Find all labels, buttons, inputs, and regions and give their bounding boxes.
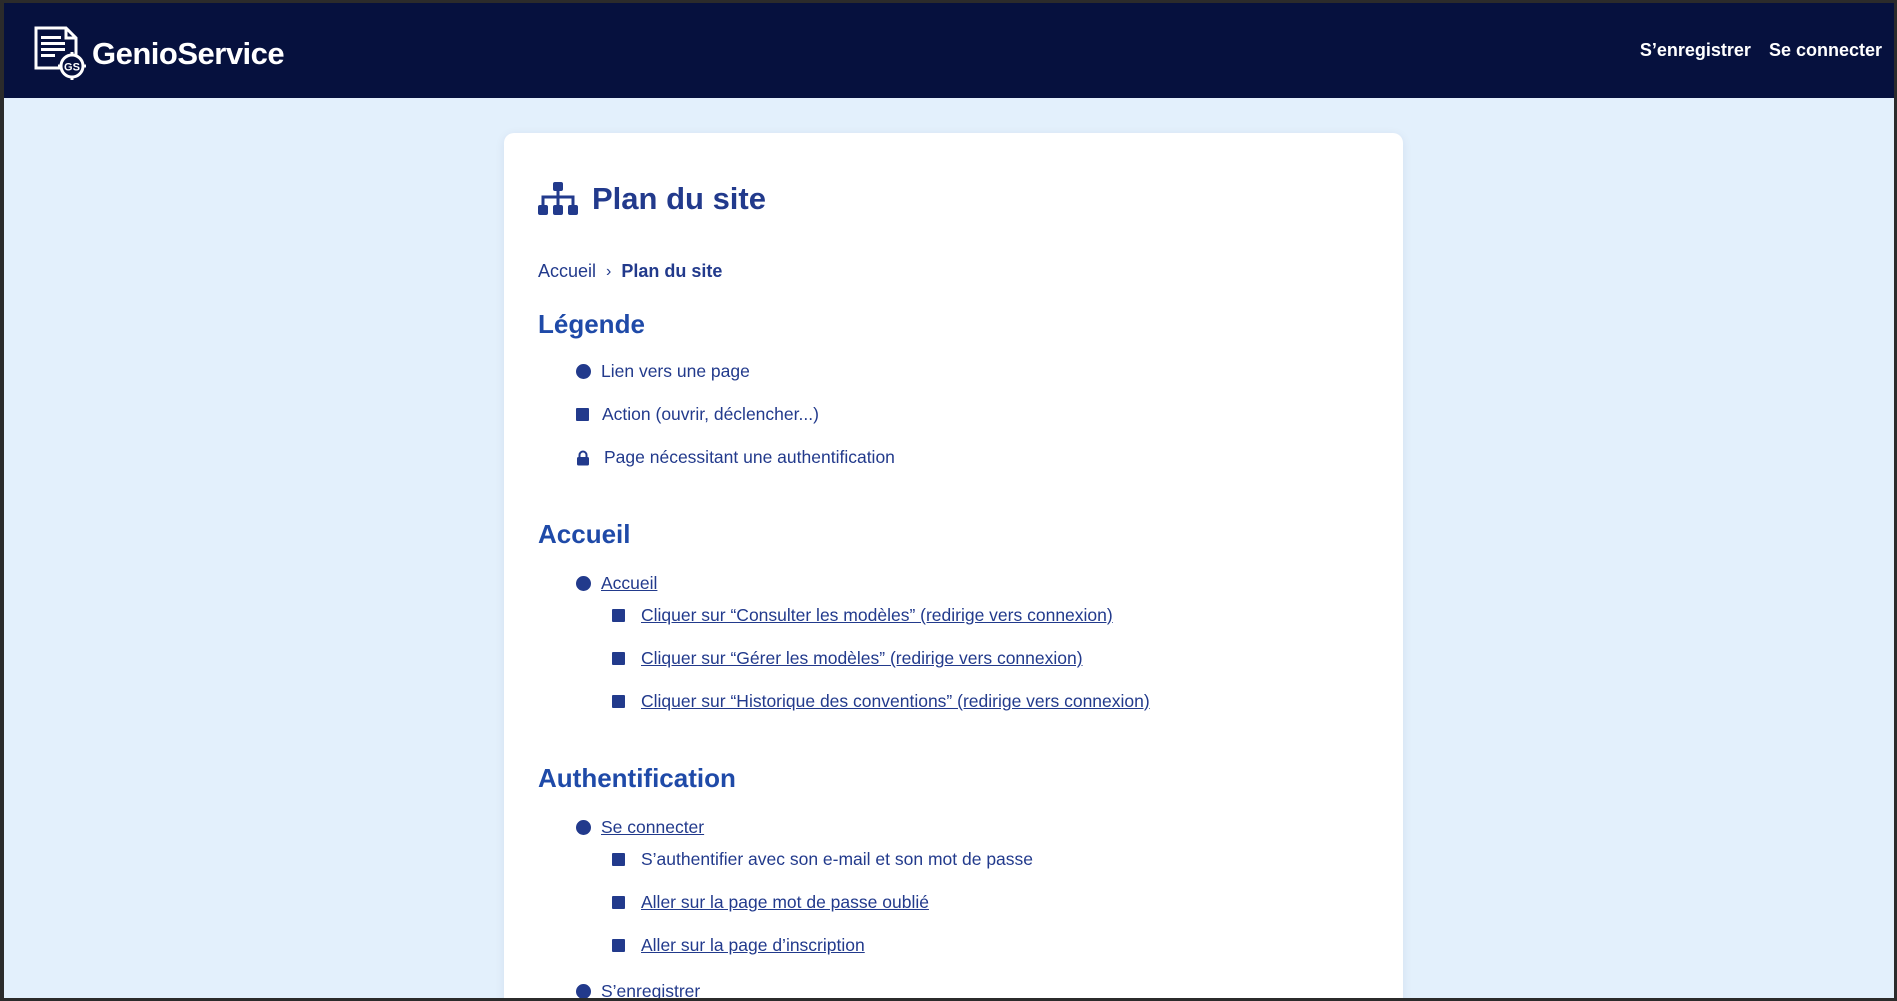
sitemap-action-item: Cliquer sur “Consulter les modèles” (red…	[612, 605, 1113, 626]
account-nav: S’enregistrer Se connecter	[1640, 40, 1882, 61]
sitemap-card: Plan du site Accueil › Plan du site Lége…	[504, 133, 1403, 998]
legend-item-label: Lien vers une page	[601, 361, 750, 381]
register-page-link[interactable]: S’enregistrer	[601, 981, 700, 998]
breadcrumb: Accueil › Plan du site	[538, 261, 722, 282]
legend-item-auth: Page nécessitant une authentification	[576, 447, 895, 468]
sitemap-action-item: Aller sur la page mot de passe oublié	[612, 892, 929, 913]
legend-item-label: Page nécessitant une authentification	[604, 447, 895, 467]
legend-heading: Légende	[538, 309, 645, 339]
square-bullet-icon	[612, 939, 625, 952]
lock-icon	[577, 450, 589, 465]
action-historique-conventions-link[interactable]: Cliquer sur “Historique des conventions”…	[641, 691, 1150, 712]
square-bullet-icon	[612, 896, 625, 909]
accueil-section-heading: Accueil	[538, 519, 631, 549]
brand-name: GenioService	[92, 36, 285, 71]
circle-bullet-icon	[576, 820, 591, 835]
circle-bullet-icon	[576, 984, 591, 998]
auth-section-heading: Authentification	[538, 763, 736, 793]
circle-bullet-icon	[576, 364, 591, 379]
action-consulter-modeles-link[interactable]: Cliquer sur “Consulter les modèles” (red…	[641, 605, 1113, 626]
sitemap-page-register: S’enregistrer	[576, 981, 700, 998]
sitemap-action-item: S’authentifier avec son e-mail et son mo…	[612, 849, 1033, 870]
browser-viewport: GS GenioService S’enregistrer Se connect…	[4, 3, 1894, 998]
brand-logo[interactable]: GS GenioService	[32, 26, 285, 82]
register-link[interactable]: S’enregistrer	[1640, 40, 1751, 61]
square-bullet-icon	[612, 609, 625, 622]
logo-monogram: GS	[64, 62, 80, 74]
sitemap-action-item: Aller sur la page d’inscription	[612, 935, 865, 956]
square-bullet-icon	[612, 695, 625, 708]
page-title: Plan du site	[592, 181, 766, 216]
signup-page-link[interactable]: Aller sur la page d’inscription	[641, 935, 865, 956]
sitemap-icon	[538, 182, 578, 215]
action-gerer-modeles-link[interactable]: Cliquer sur “Gérer les modèles” (redirig…	[641, 648, 1083, 669]
circle-bullet-icon	[576, 576, 591, 591]
sitemap-page-login: Se connecter	[576, 817, 704, 838]
breadcrumb-separator-icon: ›	[606, 262, 612, 280]
login-link[interactable]: Se connecter	[1769, 40, 1882, 61]
login-page-link[interactable]: Se connecter	[601, 817, 704, 838]
legend-item-label: Action (ouvrir, déclencher...)	[602, 404, 819, 424]
forgot-password-page-link[interactable]: Aller sur la page mot de passe oublié	[641, 892, 929, 913]
action-authenticate-text: S’authentifier avec son e-mail et son mo…	[641, 849, 1034, 869]
accueil-page-link[interactable]: Accueil	[601, 573, 657, 594]
page-title-row: Plan du site	[538, 181, 766, 217]
top-navigation-bar: GS GenioService S’enregistrer Se connect…	[4, 3, 1894, 98]
document-gear-logo-icon: GS	[34, 26, 86, 80]
sitemap-action-item: Cliquer sur “Historique des conventions”…	[612, 691, 1150, 712]
sitemap-action-item: Cliquer sur “Gérer les modèles” (redirig…	[612, 648, 1083, 669]
sitemap-page-accueil: Accueil	[576, 573, 657, 594]
square-bullet-icon	[576, 408, 589, 421]
square-bullet-icon	[612, 853, 625, 866]
square-bullet-icon	[612, 652, 625, 665]
legend-item-action: Action (ouvrir, déclencher...)	[576, 404, 819, 425]
breadcrumb-home-link[interactable]: Accueil	[538, 261, 596, 282]
breadcrumb-current: Plan du site	[621, 261, 723, 281]
legend-item-link: Lien vers une page	[576, 361, 750, 382]
